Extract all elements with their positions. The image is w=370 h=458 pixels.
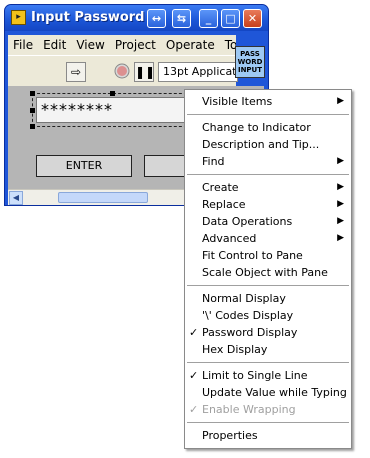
switch-window-icon[interactable]: ⇆ bbox=[172, 9, 191, 28]
enter-button[interactable]: ENTER bbox=[36, 155, 132, 177]
menu-separator bbox=[187, 362, 349, 364]
menu-item-label: Find bbox=[202, 155, 225, 168]
menu-item-enable-wrapping: ✓ Enable Wrapping bbox=[185, 401, 351, 418]
menu-item-codes-display[interactable]: '\' Codes Display bbox=[185, 307, 351, 324]
submenu-arrow-icon: ▶ bbox=[337, 96, 344, 106]
submenu-arrow-icon: ▶ bbox=[337, 216, 344, 226]
scroll-thumb[interactable] bbox=[58, 192, 148, 203]
labview-vi-icon: ▸ bbox=[11, 10, 26, 25]
minimize-button[interactable]: _ bbox=[199, 9, 218, 28]
vi-icon-line1: PASS bbox=[240, 50, 260, 58]
font-size-select[interactable]: 13pt Applicatio bbox=[158, 62, 238, 82]
menu-item-visible-items[interactable]: Visible Items ▶ bbox=[185, 93, 351, 110]
checkmark-icon: ✓ bbox=[189, 403, 199, 416]
vi-icon-line2: WORD bbox=[237, 58, 263, 66]
menu-separator bbox=[187, 174, 349, 176]
menu-item-label: Change to Indicator bbox=[202, 121, 311, 134]
menu-item-label: '\' Codes Display bbox=[202, 309, 294, 322]
menu-separator bbox=[187, 422, 349, 424]
menu-item-replace[interactable]: Replace ▶ bbox=[185, 196, 351, 213]
menu-item-label: Fit Control to Pane bbox=[202, 249, 303, 262]
menu-item-description-and-tip[interactable]: Description and Tip... bbox=[185, 136, 351, 153]
menu-item-hex-display[interactable]: Hex Display bbox=[185, 341, 351, 358]
submenu-arrow-icon: ▶ bbox=[337, 199, 344, 209]
menu-item-find[interactable]: Find ▶ bbox=[185, 153, 351, 170]
pause-icon[interactable]: ❚❚ bbox=[134, 62, 155, 82]
menu-item-label: Description and Tip... bbox=[202, 138, 320, 151]
title-bar[interactable]: ▸ Input Password [Pa ↔ ⇆ _ □ ✕ bbox=[5, 5, 268, 31]
vi-icon-line3: INPUT bbox=[237, 66, 263, 74]
menu-item-label: Hex Display bbox=[202, 343, 268, 356]
abort-icon[interactable] bbox=[112, 62, 132, 82]
navigate-icon[interactable]: ↔ bbox=[147, 9, 166, 28]
vi-connector-icon: PASS WORD INPUT bbox=[235, 46, 265, 78]
menu-item-label: Update Value while Typing bbox=[202, 386, 347, 399]
context-menu: Visible Items ▶ Change to Indicator Descrip… bbox=[184, 89, 352, 449]
menu-item-properties[interactable]: Properties bbox=[185, 427, 351, 444]
scroll-left-icon[interactable]: ◀ bbox=[9, 191, 23, 205]
menu-item-password-display[interactable]: ✓ Password Display bbox=[185, 324, 351, 341]
toolbar: ⇨ ❚❚ 13pt Applicatio bbox=[8, 55, 238, 86]
menu-item-create[interactable]: Create ▶ bbox=[185, 179, 351, 196]
menu-item-fit-control-to-pane[interactable]: Fit Control to Pane bbox=[185, 247, 351, 264]
menu-tools[interactable]: Tools bbox=[220, 35, 236, 52]
submenu-arrow-icon: ▶ bbox=[337, 156, 344, 166]
menu-item-label: Create bbox=[202, 181, 239, 194]
window-title: Input Password [Pa bbox=[31, 10, 161, 25]
resize-handle[interactable] bbox=[30, 124, 35, 129]
menu-item-limit-to-single-line[interactable]: ✓ Limit to Single Line bbox=[185, 367, 351, 384]
menu-separator bbox=[187, 285, 349, 287]
menu-item-label: Properties bbox=[202, 429, 258, 442]
submenu-arrow-icon: ▶ bbox=[337, 182, 344, 192]
menu-item-label: Data Operations bbox=[202, 215, 293, 228]
menu-item-label: Password Display bbox=[202, 326, 298, 339]
checkmark-icon: ✓ bbox=[189, 369, 199, 382]
checkmark-icon: ✓ bbox=[189, 326, 199, 339]
run-arrow-icon[interactable]: ⇨ bbox=[66, 62, 86, 82]
menu-item-normal-display[interactable]: Normal Display bbox=[185, 290, 351, 307]
resize-handle[interactable] bbox=[30, 91, 35, 96]
menu-item-update-value-while-typing[interactable]: Update Value while Typing bbox=[185, 384, 351, 401]
menu-item-label: Visible Items bbox=[202, 95, 273, 108]
menu-edit[interactable]: Edit bbox=[38, 35, 71, 52]
menu-item-label: Scale Object with Pane bbox=[202, 266, 328, 279]
menu-file[interactable]: File bbox=[8, 35, 38, 52]
menu-item-data-operations[interactable]: Data Operations ▶ bbox=[185, 213, 351, 230]
resize-handle[interactable] bbox=[30, 108, 35, 113]
menu-view[interactable]: View bbox=[71, 35, 109, 52]
menu-item-scale-object-with-pane[interactable]: Scale Object with Pane bbox=[185, 264, 351, 281]
menu-item-label: Normal Display bbox=[202, 292, 286, 305]
menu-project[interactable]: Project bbox=[110, 35, 161, 52]
menu-item-label: Limit to Single Line bbox=[202, 369, 308, 382]
resize-handle[interactable] bbox=[110, 91, 115, 96]
menu-item-label: Replace bbox=[202, 198, 246, 211]
maximize-button[interactable]: □ bbox=[221, 9, 240, 28]
close-button[interactable]: ✕ bbox=[243, 9, 262, 28]
password-string-control[interactable]: ******** bbox=[36, 97, 196, 123]
menu-item-label: Enable Wrapping bbox=[202, 403, 296, 416]
menu-separator bbox=[187, 114, 349, 116]
submenu-arrow-icon: ▶ bbox=[337, 233, 344, 243]
menu-operate[interactable]: Operate bbox=[161, 35, 220, 52]
menu-item-advanced[interactable]: Advanced ▶ bbox=[185, 230, 351, 247]
menu-item-change-to-indicator[interactable]: Change to Indicator bbox=[185, 119, 351, 136]
menu-bar: FileEditViewProjectOperateTools bbox=[8, 35, 236, 55]
menu-item-label: Advanced bbox=[202, 232, 257, 245]
